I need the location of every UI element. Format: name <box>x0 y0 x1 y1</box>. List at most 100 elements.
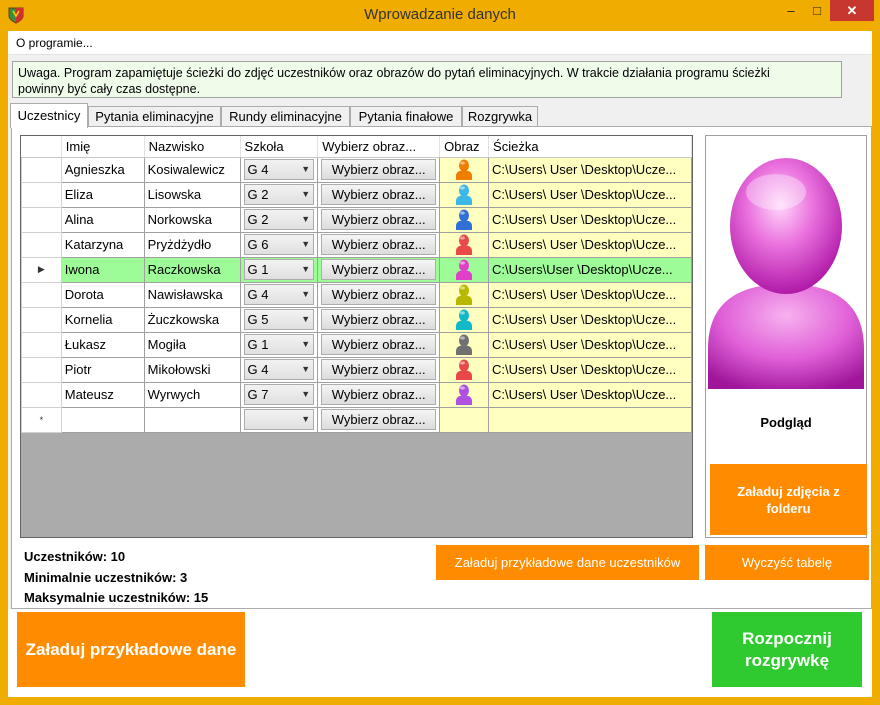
choose-image-button[interactable]: Wybierz obraz... <box>321 409 437 430</box>
cell-path[interactable]: C:\Users\ User \Desktop\Ucze... <box>488 306 692 333</box>
row-header[interactable] <box>21 231 62 258</box>
column-header-path[interactable]: Ścieżka <box>488 136 692 158</box>
cell-image[interactable] <box>439 356 490 383</box>
load-sample-data-button[interactable]: Załaduj przykładowe dane <box>17 612 245 687</box>
cell-last-name[interactable]: Nawisławska <box>143 281 241 308</box>
choose-image-button[interactable]: Wybierz obraz... <box>321 184 437 205</box>
choose-image-button[interactable]: Wybierz obraz... <box>321 259 437 280</box>
cell-school[interactable]: G 6 ▼ <box>239 231 319 258</box>
start-game-button[interactable]: Rozpocznij rozgrywkę <box>712 612 862 687</box>
cell-school[interactable]: ▼ <box>239 406 319 433</box>
cell-image[interactable] <box>439 306 490 333</box>
row-header[interactable] <box>21 381 62 408</box>
cell-path[interactable]: C:\Users\ User \Desktop\Ucze... <box>488 331 692 358</box>
school-combo[interactable]: G 2 ▼ <box>243 184 315 205</box>
cell-path[interactable]: C:\Users\ User \Desktop\Ucze... <box>488 231 692 258</box>
row-header[interactable] <box>21 356 62 383</box>
cell-first-name[interactable]: Agnieszka <box>60 156 145 183</box>
table-row[interactable]: Eliza Lisowska G 2 ▼ Wybierz obraz... C:\User… <box>21 181 692 208</box>
cell-school[interactable]: G 4 ▼ <box>239 281 319 308</box>
cell-last-name[interactable] <box>143 406 241 433</box>
chevron-down-icon[interactable]: ▼ <box>298 410 313 429</box>
cell-path[interactable] <box>488 406 692 433</box>
cell-school[interactable]: G 5 ▼ <box>239 306 319 333</box>
school-combo[interactable]: G 4 ▼ <box>243 159 315 180</box>
school-combo[interactable]: G 5 ▼ <box>243 309 315 330</box>
chevron-down-icon[interactable]: ▼ <box>298 210 313 229</box>
cell-image[interactable] <box>439 406 490 433</box>
tab-participants[interactable]: Uczestnicy <box>10 103 88 128</box>
table-row[interactable]: Łukasz Mogiła G 1 ▼ Wybierz obraz... C:\Users… <box>21 331 692 358</box>
chevron-down-icon[interactable]: ▼ <box>298 160 313 179</box>
column-header-school[interactable]: Szkoła <box>240 136 319 158</box>
cell-school[interactable]: G 4 ▼ <box>239 156 319 183</box>
cell-first-name[interactable]: Eliza <box>60 181 145 208</box>
table-row[interactable]: Dorota Nawisławska G 4 ▼ Wybierz obraz... C:\… <box>21 281 692 308</box>
cell-path[interactable]: C:\Users\ User \Desktop\Ucze... <box>488 281 692 308</box>
cell-last-name[interactable]: Norkowska <box>143 206 241 233</box>
menu-about[interactable]: O programie... <box>16 36 93 50</box>
chevron-down-icon[interactable]: ▼ <box>298 260 313 279</box>
cell-first-name[interactable] <box>60 406 145 433</box>
cell-last-name[interactable]: Mikołowski <box>143 356 241 383</box>
cell-image[interactable] <box>439 256 490 283</box>
cell-last-name[interactable]: Pryżdżydło <box>143 231 241 258</box>
chevron-down-icon[interactable]: ▼ <box>298 360 313 379</box>
cell-first-name[interactable]: Piotr <box>60 356 145 383</box>
cell-first-name[interactable]: Kornelia <box>60 306 145 333</box>
table-row[interactable]: Agnieszka Kosiwalewicz G 4 ▼ Wybierz obraz..… <box>21 156 692 183</box>
column-header-image[interactable]: Obraz <box>439 136 490 158</box>
minimize-button[interactable]: – <box>778 0 804 21</box>
school-combo[interactable]: G 1 ▼ <box>243 334 315 355</box>
chevron-down-icon[interactable]: ▼ <box>298 335 313 354</box>
cell-first-name[interactable]: Łukasz <box>60 331 145 358</box>
cell-path[interactable]: C:\Users\ User \Desktop\Ucze... <box>488 181 692 208</box>
cell-first-name[interactable]: Alina <box>60 206 145 233</box>
row-header[interactable] <box>21 156 62 183</box>
choose-image-button[interactable]: Wybierz obraz... <box>321 384 437 405</box>
column-header-choose-image[interactable]: Wybierz obraz... <box>317 136 441 158</box>
choose-image-button[interactable]: Wybierz obraz... <box>321 159 437 180</box>
cell-school[interactable]: G 2 ▼ <box>239 206 319 233</box>
column-header-first-name[interactable]: Imię <box>61 136 145 158</box>
chevron-down-icon[interactable]: ▼ <box>298 185 313 204</box>
cell-image[interactable] <box>439 331 490 358</box>
cell-image[interactable] <box>439 231 490 258</box>
cell-school[interactable]: G 4 ▼ <box>239 356 319 383</box>
cell-image[interactable] <box>439 206 490 233</box>
choose-image-button[interactable]: Wybierz obraz... <box>321 209 437 230</box>
cell-last-name[interactable]: Kosiwalewicz <box>143 156 241 183</box>
participants-grid[interactable]: Imię Nazwisko Szkoła Wybierz obraz... Ob… <box>20 135 693 538</box>
new-table-row[interactable]: * ▼ Wybierz obraz... <box>21 406 692 433</box>
row-header[interactable]: ▶ <box>21 256 62 283</box>
school-combo[interactable]: G 6 ▼ <box>243 234 315 255</box>
tab-elimination-rounds[interactable]: Rundy eliminacyjne <box>221 106 350 127</box>
cell-school[interactable]: G 1 ▼ <box>239 331 319 358</box>
cell-school[interactable]: G 7 ▼ <box>239 381 319 408</box>
school-combo[interactable]: G 4 ▼ <box>243 359 315 380</box>
tab-final-questions[interactable]: Pytania finałowe <box>350 106 462 127</box>
row-header[interactable] <box>21 206 62 233</box>
maximize-button[interactable]: □ <box>804 0 830 21</box>
load-sample-participants-button[interactable]: Załaduj przykładowe dane uczestników <box>436 545 699 580</box>
row-header[interactable] <box>21 181 62 208</box>
cell-first-name[interactable]: Katarzyna <box>60 231 145 258</box>
table-row[interactable]: Alina Norkowska G 2 ▼ Wybierz obraz... C:\Use… <box>21 206 692 233</box>
cell-last-name[interactable]: Lisowska <box>143 181 241 208</box>
tab-game[interactable]: Rozgrywka <box>462 106 538 127</box>
cell-first-name[interactable]: Dorota <box>60 281 145 308</box>
cell-school[interactable]: G 1 ▼ <box>239 256 319 283</box>
choose-image-button[interactable]: Wybierz obraz... <box>321 359 437 380</box>
cell-last-name[interactable]: Wyrwych <box>143 381 241 408</box>
new-row-header[interactable]: * <box>21 406 62 433</box>
choose-image-button[interactable]: Wybierz obraz... <box>321 284 437 305</box>
tab-elimination-questions[interactable]: Pytania eliminacyjne <box>88 106 221 127</box>
chevron-down-icon[interactable]: ▼ <box>298 285 313 304</box>
cell-image[interactable] <box>439 281 490 308</box>
chevron-down-icon[interactable]: ▼ <box>298 385 313 404</box>
cell-path[interactable]: C:\Users\ User \Desktop\Ucze... <box>488 381 692 408</box>
row-header[interactable] <box>21 306 62 333</box>
cell-path[interactable]: C:\Users\ User \Desktop\Ucze... <box>488 206 692 233</box>
title-bar[interactable]: Wprowadzanie danych – □ ✕ <box>0 0 880 31</box>
row-header[interactable] <box>21 331 62 358</box>
